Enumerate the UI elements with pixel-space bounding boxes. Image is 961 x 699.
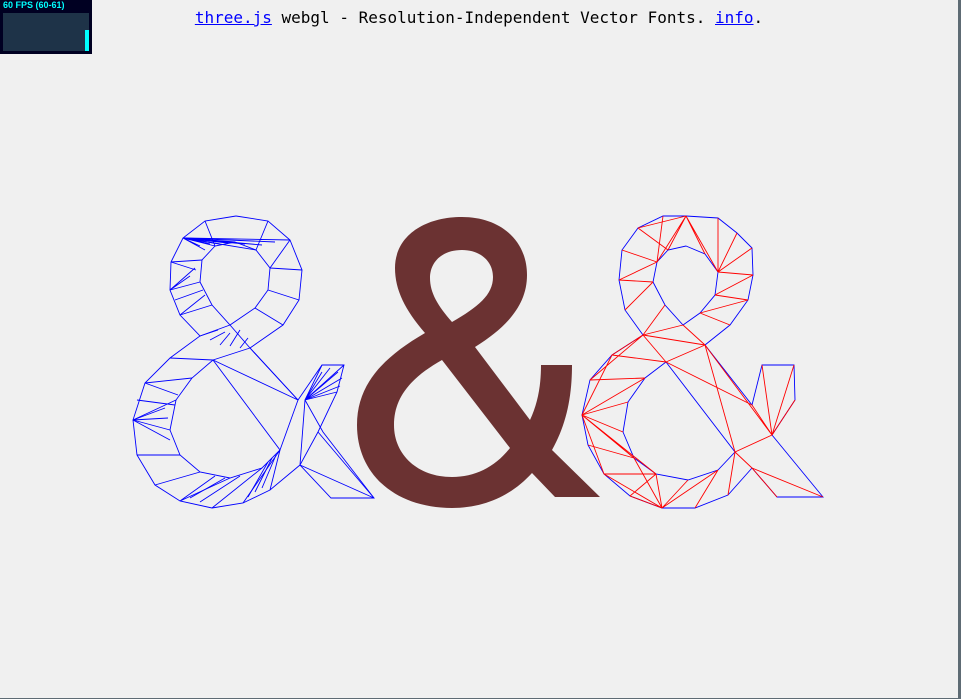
wireframe-ampersand-blue	[132, 215, 375, 509]
solid-ampersand	[357, 217, 600, 508]
wireframe-ampersand-red	[581, 215, 824, 509]
webgl-canvas[interactable]	[0, 0, 961, 699]
